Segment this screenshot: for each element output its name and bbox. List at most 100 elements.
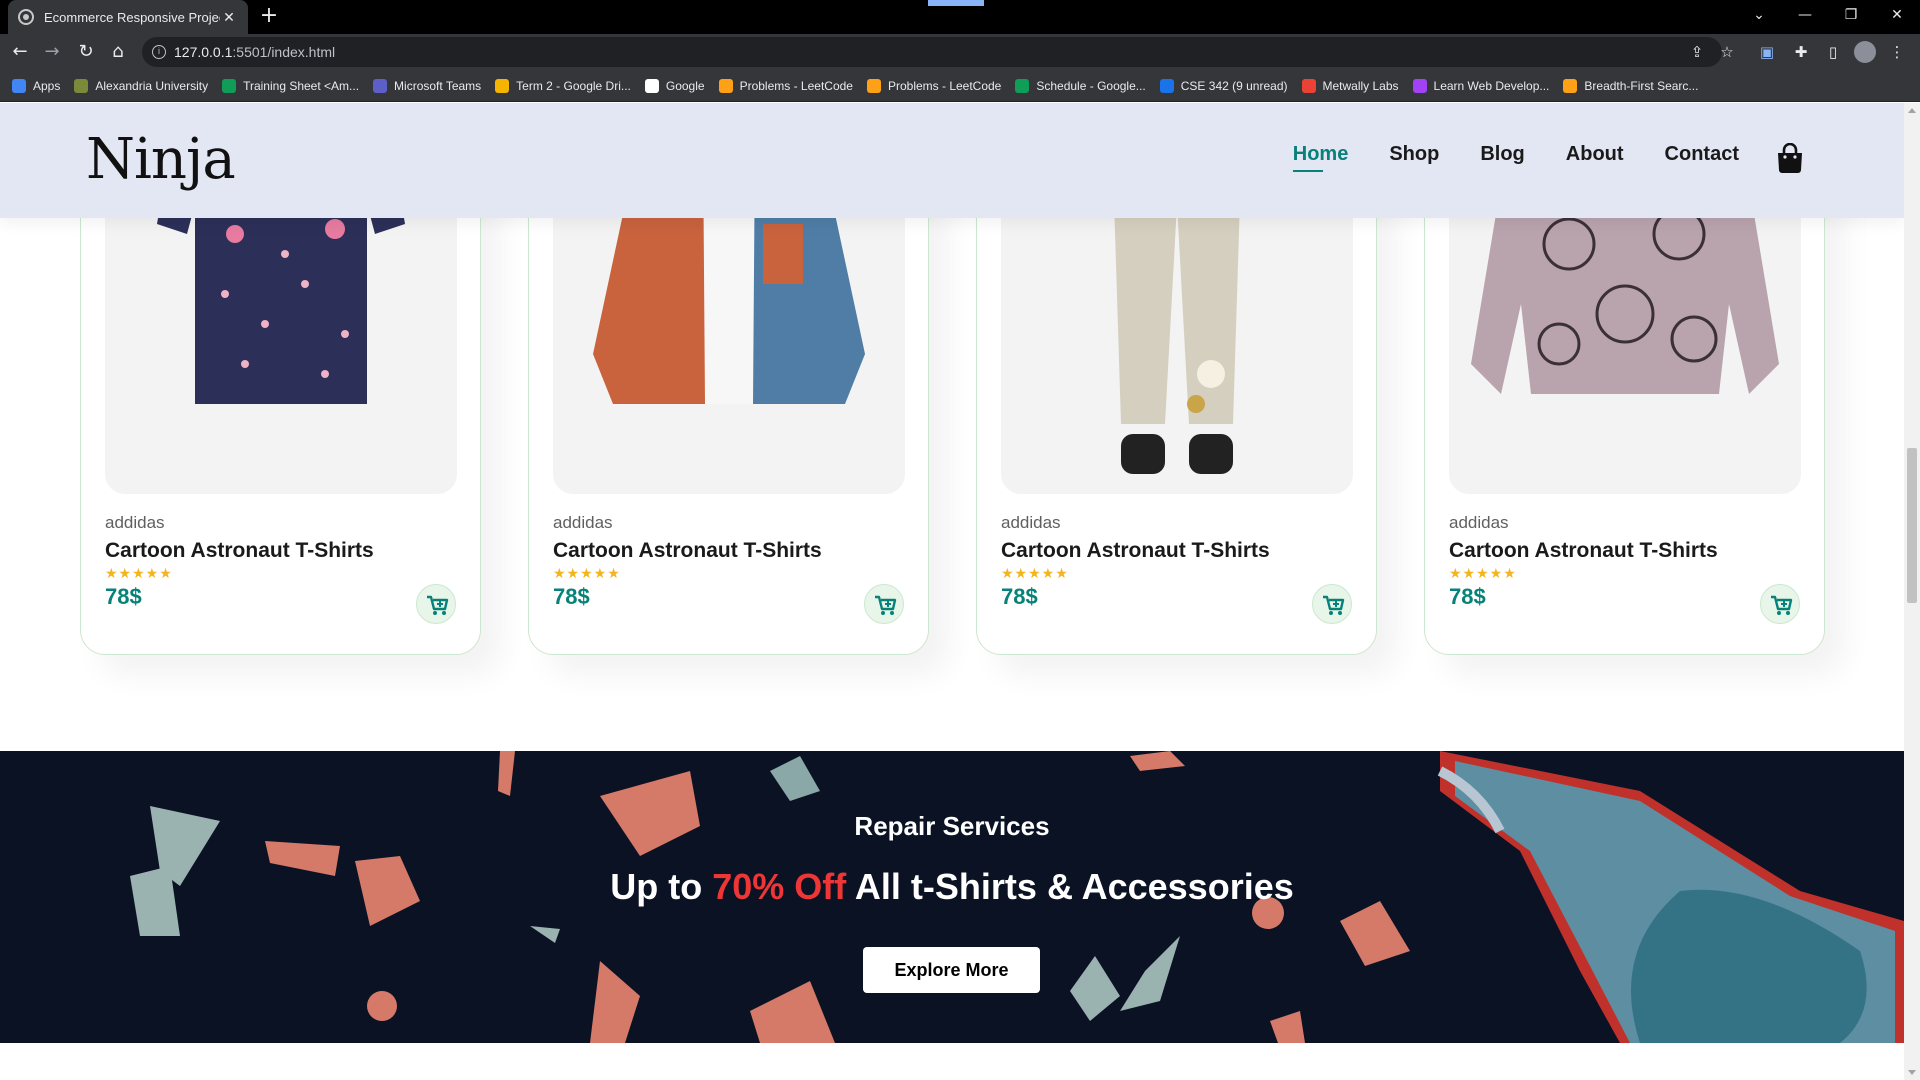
scrollbar-thumb[interactable]: [1907, 448, 1917, 603]
bookmark-label: Alexandria University: [95, 78, 209, 93]
bookmark-item[interactable]: Problems - LeetCode: [866, 78, 1002, 93]
site-logo[interactable]: Ninja: [86, 127, 236, 192]
nav-link-shop[interactable]: Shop: [1389, 143, 1439, 172]
bookmark-favicon-icon: [495, 78, 510, 93]
bookmark-item[interactable]: Metwally Labs: [1301, 78, 1399, 93]
bookmark-label: Term 2 - Google Dri...: [516, 78, 631, 93]
restore-icon[interactable]: ❐: [1828, 0, 1874, 30]
bookmark-favicon-icon: [644, 78, 659, 93]
banner-title-pre: Up to: [610, 866, 713, 907]
bookmark-favicon-icon: [1563, 78, 1578, 93]
bookmark-item[interactable]: Microsoft Teams: [373, 78, 482, 93]
product-name: Cartoon Astronaut T-Shirts: [1001, 539, 1270, 562]
home-icon[interactable]: ⌂: [106, 40, 130, 64]
extensions-icon[interactable]: ✚: [1790, 41, 1812, 63]
product-price: 78$: [105, 584, 142, 609]
site-info-icon[interactable]: i: [152, 45, 166, 59]
banner-title-post: All t-Shirts & Accessories: [846, 866, 1294, 907]
bookmark-star-icon[interactable]: ☆: [1716, 41, 1738, 63]
scroll-down-icon[interactable]: [1908, 1070, 1916, 1075]
nav-link-contact[interactable]: Contact: [1665, 143, 1739, 172]
product-brand: addidas: [553, 513, 613, 532]
bookmark-label: Learn Web Develop...: [1433, 78, 1550, 93]
product-rating-stars: ★★★★★: [1449, 566, 1517, 582]
bookmark-item[interactable]: Learn Web Develop...: [1412, 78, 1550, 93]
menu-icon[interactable]: ⋮: [1886, 41, 1908, 63]
browser-tab[interactable]: Ecommerce Responsive Project ✕: [8, 0, 248, 34]
banner-subtitle: Repair Services: [854, 811, 1050, 841]
bookmark-label: Training Sheet <Am...: [243, 78, 360, 93]
add-to-cart-button[interactable]: [864, 584, 904, 624]
bookmark-label: Problems - LeetCode: [739, 78, 853, 93]
bookmark-favicon-icon: [74, 78, 89, 93]
add-to-cart-button[interactable]: [1312, 584, 1352, 624]
minimize-icon[interactable]: —: [1782, 0, 1828, 30]
bookmark-label: Problems - LeetCode: [887, 78, 1002, 93]
bookmark-favicon-icon: [1301, 78, 1316, 93]
bookmark-label: Schedule - Google...: [1036, 78, 1146, 93]
nav-link-home[interactable]: Home: [1292, 143, 1348, 172]
apps-grid-icon: [12, 78, 26, 93]
bookmark-item[interactable]: Term 2 - Google Dri...: [495, 78, 631, 93]
back-icon[interactable]: ←: [8, 40, 32, 64]
bookmark-item[interactable]: Google: [644, 78, 705, 93]
product-price: 78$: [553, 584, 590, 609]
page-scrollbar[interactable]: [1904, 103, 1920, 1080]
shopping-bag-icon[interactable]: [1776, 143, 1804, 173]
nav-link-blog[interactable]: Blog: [1480, 143, 1524, 172]
bookmark-item[interactable]: Schedule - Google...: [1015, 78, 1146, 93]
window-close-icon[interactable]: ✕: [1874, 0, 1920, 30]
explore-more-button[interactable]: Explore More: [863, 947, 1040, 993]
url-path: :5501/index.html: [232, 44, 336, 60]
add-to-cart-button[interactable]: [1760, 584, 1800, 624]
bookmark-item[interactable]: Breadth-First Searc...: [1563, 78, 1699, 93]
bookmark-label: Microsoft Teams: [394, 78, 482, 93]
bookmark-favicon-icon: [1159, 78, 1174, 93]
bookmark-favicon-icon: [718, 78, 733, 93]
web-page: addidas Cartoon Astronaut T-Shirts ★★★★★ 78…: [0, 103, 1904, 1080]
reload-icon[interactable]: ↻: [74, 40, 98, 64]
product-price: 78$: [1449, 584, 1486, 609]
cart-icon: [1323, 595, 1345, 615]
side-panel-icon[interactable]: ▯: [1822, 41, 1844, 63]
product-rating-stars: ★★★★★: [553, 566, 621, 582]
new-tab-button[interactable]: +: [256, 4, 282, 30]
banner-title: Up to 70% Off All t-Shirts & Accessories: [0, 866, 1904, 908]
bookmarks-bar: Apps Alexandria University Training Sheet …: [0, 70, 1920, 102]
banner-discount: 70% Off: [712, 866, 847, 907]
browser-toolbar: ← → ↻ ⌂ i 127.0.0.1:5501/index.html ⇪ ☆ …: [0, 34, 1920, 70]
cart-icon: [1771, 595, 1793, 615]
globe-icon: [18, 9, 34, 25]
bookmark-item[interactable]: Training Sheet <Am...: [222, 78, 360, 93]
main-nav: Home Shop Blog About Contact: [1252, 143, 1739, 172]
add-to-cart-button[interactable]: [416, 584, 456, 624]
address-bar[interactable]: i 127.0.0.1:5501/index.html: [142, 37, 1722, 67]
bookmark-label: Apps: [33, 78, 61, 93]
nav-link-about[interactable]: About: [1566, 143, 1624, 172]
translate-icon[interactable]: ▣: [1756, 41, 1778, 63]
profile-avatar[interactable]: [1854, 41, 1876, 63]
product-brand: addidas: [1001, 513, 1061, 532]
close-tab-icon[interactable]: ✕: [220, 9, 238, 26]
bookmark-item[interactable]: Apps: [12, 78, 61, 93]
product-rating-stars: ★★★★★: [105, 566, 173, 582]
site-header: Ninja Home Shop Blog About Contact: [0, 103, 1904, 218]
bookmark-item[interactable]: Alexandria University: [74, 78, 209, 93]
scroll-up-icon[interactable]: [1908, 108, 1916, 113]
bookmark-favicon-icon: [1015, 78, 1030, 93]
bookmark-label: Google: [665, 78, 705, 93]
bookmark-favicon-icon: [1412, 78, 1427, 93]
bookmark-item[interactable]: Problems - LeetCode: [718, 78, 853, 93]
bookmark-label: Metwally Labs: [1322, 78, 1399, 93]
bookmark-favicon-icon: [866, 78, 881, 93]
bookmark-label: Breadth-First Searc...: [1584, 78, 1699, 93]
tab-title: Ecommerce Responsive Project: [44, 9, 220, 25]
forward-icon[interactable]: →: [40, 40, 64, 64]
tab-search-icon[interactable]: ⌄: [1736, 0, 1782, 30]
share-icon[interactable]: ⇪: [1686, 41, 1708, 63]
product-rating-stars: ★★★★★: [1001, 566, 1069, 582]
bookmark-item[interactable]: CSE 342 (9 unread): [1159, 78, 1288, 93]
product-name: Cartoon Astronaut T-Shirts: [105, 539, 374, 562]
browser-tab-strip: Ecommerce Responsive Project ✕ + ⌄ — ❐ ✕: [0, 0, 1920, 34]
url-host: 127.0.0.1: [174, 44, 233, 60]
